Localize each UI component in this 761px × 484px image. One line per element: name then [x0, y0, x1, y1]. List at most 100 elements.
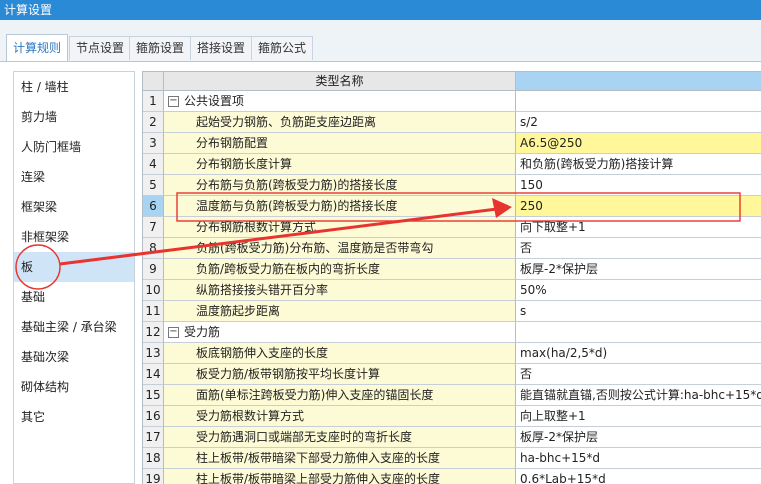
group-header-cell: − 受力筋: [164, 322, 516, 343]
table-row[interactable]: 10 纵筋搭接接头错开百分率 50%: [143, 280, 761, 301]
setting-name-cell: 纵筋搭接接头错开百分率: [164, 280, 516, 301]
header-row-number: [143, 72, 164, 91]
setting-value-cell[interactable]: [516, 91, 761, 112]
setting-name-cell: 负筋(跨板受力筋)分布筋、温度筋是否带弯勾: [164, 238, 516, 259]
setting-value-cell[interactable]: 板厚-2*保护层: [516, 427, 761, 448]
window-title: 计算设置: [4, 3, 53, 17]
header-type-name: 类型名称: [164, 72, 516, 91]
table-row[interactable]: 8 负筋(跨板受力筋)分布筋、温度筋是否带弯勾 否: [143, 238, 761, 259]
setting-name-cell: 柱上板带/板带暗梁上部受力筋伸入支座的长度: [164, 469, 516, 484]
table-row[interactable]: 4 分布钢筋长度计算 和负筋(跨板受力筋)搭接计算: [143, 154, 761, 175]
table-row[interactable]: 15 面筋(单标注跨板受力筋)伸入支座的锚固长度 能直锚就直锚,否则按公式计算:ha…: [143, 385, 761, 406]
setting-name-text: 温度筋起步距离: [196, 304, 281, 318]
setting-name-text: 柱上板带/板带暗梁上部受力筋伸入支座的长度: [196, 472, 441, 484]
setting-value-cell[interactable]: 0.6*Lab+15*d: [516, 469, 761, 484]
table-row[interactable]: 5 分布筋与负筋(跨板受力筋)的搭接长度 150: [143, 175, 761, 196]
row-number: 6: [143, 196, 164, 217]
setting-name-text: 纵筋搭接接头错开百分率: [196, 283, 329, 297]
setting-value-cell[interactable]: 板厚-2*保护层: [516, 259, 761, 280]
grid-header: 类型名称: [143, 72, 761, 91]
setting-value-cell[interactable]: [516, 322, 761, 343]
setting-name-cell: 柱上板带/板带暗梁下部受力筋伸入支座的长度: [164, 448, 516, 469]
setting-value-cell[interactable]: 能直锚就直锚,否则按公式计算:ha-bhc+15*d: [516, 385, 761, 406]
table-row[interactable]: 18 柱上板带/板带暗梁下部受力筋伸入支座的长度 ha-bhc+15*d: [143, 448, 761, 469]
collapse-toggle-icon[interactable]: −: [168, 96, 179, 107]
setting-value-cell[interactable]: 否: [516, 364, 761, 385]
table-row[interactable]: 7 分布钢筋根数计算方式 向下取整+1: [143, 217, 761, 238]
setting-value-cell[interactable]: s/2: [516, 112, 761, 133]
table-row[interactable]: 11 温度筋起步距离 s: [143, 301, 761, 322]
table-row[interactable]: 14 板受力筋/板带钢筋按平均长度计算 否: [143, 364, 761, 385]
table-row[interactable]: 17 受力筋遇洞口或端部无支座时的弯折长度 板厚-2*保护层: [143, 427, 761, 448]
window-title-bar: 计算设置: [0, 0, 761, 20]
row-number: 4: [143, 154, 164, 175]
setting-value-cell[interactable]: 250: [516, 196, 761, 217]
table-row[interactable]: 13 板底钢筋伸入支座的长度 max(ha/2,5*d): [143, 343, 761, 364]
group-header-cell: − 公共设置项: [164, 91, 516, 112]
sidebar-item-slab[interactable]: 板: [14, 252, 134, 282]
table-row[interactable]: 9 负筋/跨板受力筋在板内的弯折长度 板厚-2*保护层: [143, 259, 761, 280]
settings-grid: 类型名称 1− 公共设置项 2 起始受力钢筋、负筋距支座边距离 s/2 3 分布钢筋配置 A6…: [142, 71, 761, 484]
setting-value-cell[interactable]: 150: [516, 175, 761, 196]
row-number: 12: [143, 322, 164, 343]
setting-name-text: 受力筋遇洞口或端部无支座时的弯折长度: [196, 430, 413, 444]
setting-name-cell: 受力筋根数计算方式: [164, 406, 516, 427]
row-number: 14: [143, 364, 164, 385]
component-type-list: 柱 / 墙柱 剪力墙 人防门框墙 连梁 框架梁 非框架梁 板 基础 基础主梁 /…: [13, 71, 135, 484]
row-number: 15: [143, 385, 164, 406]
setting-value-cell[interactable]: 否: [516, 238, 761, 259]
table-row[interactable]: 19 柱上板带/板带暗梁上部受力筋伸入支座的长度 0.6*Lab+15*d: [143, 469, 761, 484]
setting-name-text: 负筋/跨板受力筋在板内的弯折长度: [196, 262, 381, 276]
setting-value-cell[interactable]: ha-bhc+15*d: [516, 448, 761, 469]
sidebar-item-coupling-beam[interactable]: 连梁: [14, 162, 134, 192]
row-number: 18: [143, 448, 164, 469]
table-row[interactable]: 6 温度筋与负筋(跨板受力筋)的搭接长度 250: [143, 196, 761, 217]
setting-value-cell[interactable]: 50%: [516, 280, 761, 301]
sidebar-item-other[interactable]: 其它: [14, 402, 134, 432]
tab-stirrup-settings[interactable]: 箍筋设置: [129, 36, 192, 60]
sidebar-item-column[interactable]: 柱 / 墙柱: [14, 72, 134, 102]
setting-name-cell: 板受力筋/板带钢筋按平均长度计算: [164, 364, 516, 385]
setting-value-cell[interactable]: max(ha/2,5*d): [516, 343, 761, 364]
row-number: 11: [143, 301, 164, 322]
setting-name-cell: 分布筋与负筋(跨板受力筋)的搭接长度: [164, 175, 516, 196]
setting-value-cell[interactable]: s: [516, 301, 761, 322]
row-number: 5: [143, 175, 164, 196]
tab-node-settings[interactable]: 节点设置: [69, 36, 132, 60]
table-row[interactable]: 1− 公共设置项: [143, 91, 761, 112]
setting-value-cell[interactable]: A6.5@250: [516, 133, 761, 154]
sidebar-item-frame-beam[interactable]: 框架梁: [14, 192, 134, 222]
setting-name-text: 温度筋与负筋(跨板受力筋)的搭接长度: [196, 199, 398, 213]
table-row[interactable]: 12− 受力筋: [143, 322, 761, 343]
setting-value-cell[interactable]: 向上取整+1: [516, 406, 761, 427]
row-number: 10: [143, 280, 164, 301]
row-number: 7: [143, 217, 164, 238]
collapse-toggle-icon[interactable]: −: [168, 327, 179, 338]
sidebar-item-foundation-secondary-beam[interactable]: 基础次梁: [14, 342, 134, 372]
setting-name-text: 分布钢筋根数计算方式: [196, 220, 317, 234]
sidebar-item-foundation-main-beam[interactable]: 基础主梁 / 承台梁: [14, 312, 134, 342]
tab-stirrup-formula[interactable]: 箍筋公式: [251, 36, 314, 60]
setting-value-cell[interactable]: 和负筋(跨板受力筋)搭接计算: [516, 154, 761, 175]
sidebar-item-foundation[interactable]: 基础: [14, 282, 134, 312]
setting-name-text: 受力筋根数计算方式: [196, 409, 305, 423]
row-number: 2: [143, 112, 164, 133]
tab-bar: 计算规则 节点设置 箍筋设置 搭接设置 箍筋公式: [0, 20, 761, 62]
table-row[interactable]: 3 分布钢筋配置 A6.5@250: [143, 133, 761, 154]
sidebar-item-non-frame-beam[interactable]: 非框架梁: [14, 222, 134, 252]
row-number: 1: [143, 91, 164, 112]
row-number: 13: [143, 343, 164, 364]
table-row[interactable]: 2 起始受力钢筋、负筋距支座边距离 s/2: [143, 112, 761, 133]
setting-name-text: 分布钢筋配置: [196, 136, 269, 150]
setting-name-text: 板受力筋/板带钢筋按平均长度计算: [196, 367, 381, 381]
setting-name-cell: 分布钢筋配置: [164, 133, 516, 154]
setting-name-cell: 分布钢筋长度计算: [164, 154, 516, 175]
sidebar-item-civil-defense-door-wall[interactable]: 人防门框墙: [14, 132, 134, 162]
table-row[interactable]: 16 受力筋根数计算方式 向上取整+1: [143, 406, 761, 427]
sidebar-item-masonry[interactable]: 砌体结构: [14, 372, 134, 402]
row-number: 3: [143, 133, 164, 154]
sidebar-item-shear-wall[interactable]: 剪力墙: [14, 102, 134, 132]
tab-calc-rules[interactable]: 计算规则: [6, 34, 69, 62]
tab-lap-settings[interactable]: 搭接设置: [190, 36, 253, 60]
setting-value-cell[interactable]: 向下取整+1: [516, 217, 761, 238]
